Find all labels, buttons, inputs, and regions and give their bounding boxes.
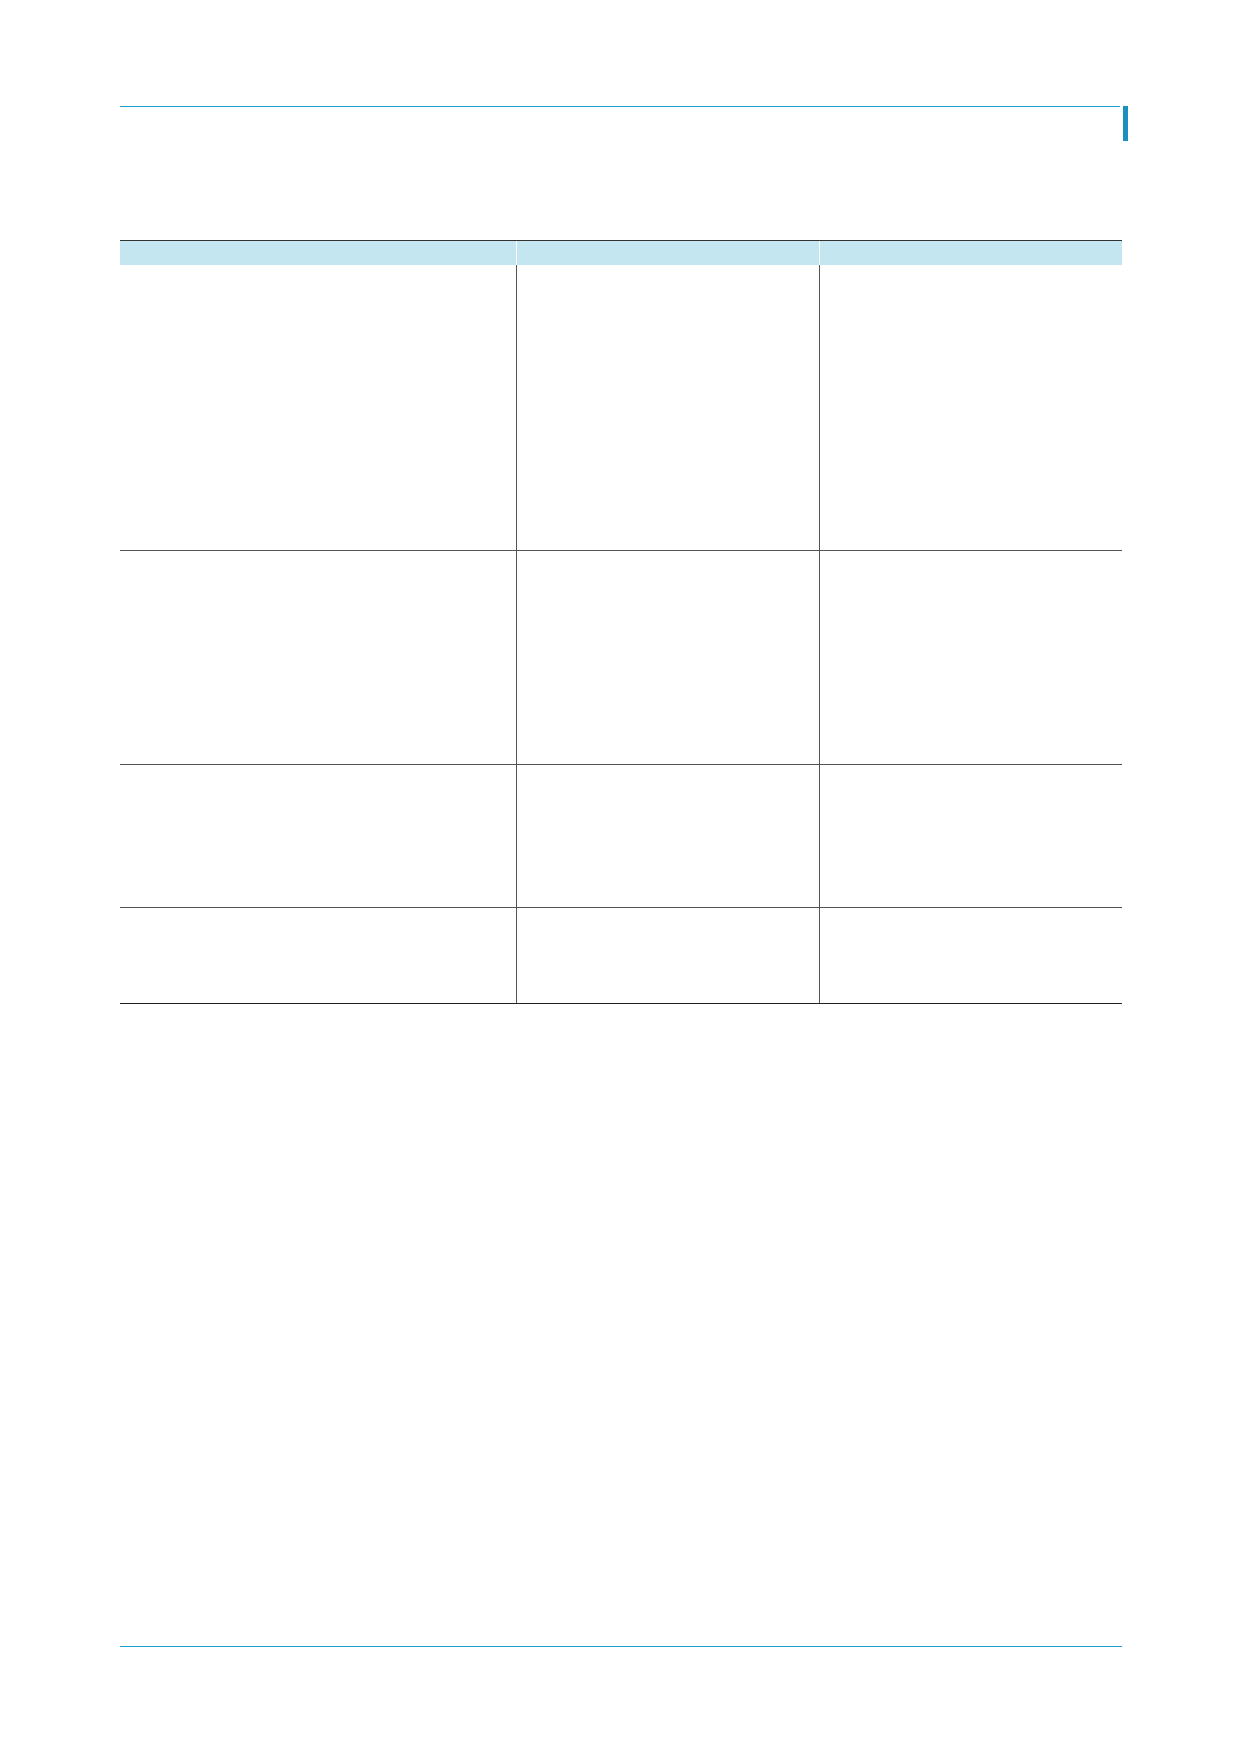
table-cell xyxy=(818,764,1122,908)
table-cell xyxy=(818,907,1122,1004)
table-cell xyxy=(120,550,516,765)
header-tab-marker xyxy=(1123,106,1128,141)
table-header-row xyxy=(120,240,1122,265)
footer-rule xyxy=(120,1646,1122,1647)
table-header-cell xyxy=(818,240,1122,265)
table-cell xyxy=(120,265,516,551)
table-row xyxy=(120,550,1122,765)
table-header-cell xyxy=(515,240,819,265)
table-cell xyxy=(515,265,819,551)
table-row xyxy=(120,907,1122,1004)
table-cell xyxy=(120,907,516,1004)
table-header-cell xyxy=(120,240,516,265)
content-table xyxy=(120,240,1122,1004)
table-cell xyxy=(515,907,819,1004)
header-rule xyxy=(120,106,1120,107)
table-cell xyxy=(818,550,1122,765)
table-row xyxy=(120,764,1122,908)
table-cell xyxy=(515,764,819,908)
table-cell xyxy=(120,764,516,908)
table-row xyxy=(120,265,1122,551)
table-cell xyxy=(515,550,819,765)
table-cell xyxy=(818,265,1122,551)
